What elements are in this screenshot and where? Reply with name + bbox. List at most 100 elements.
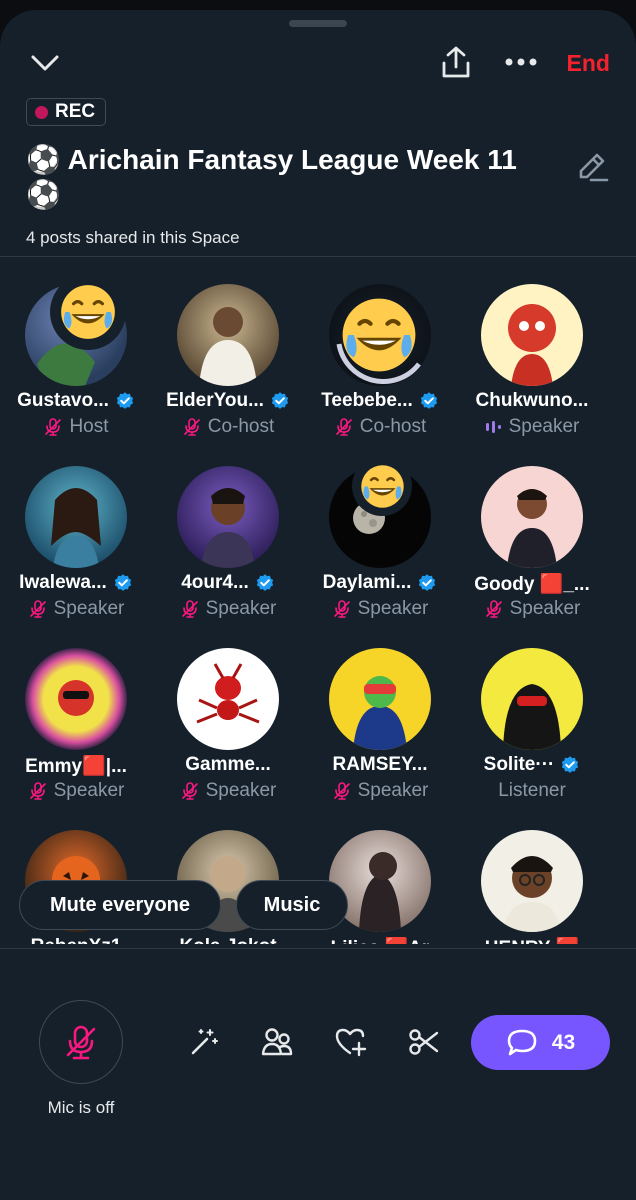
participant-name: Solite··· [456, 754, 608, 776]
avatar[interactable] [177, 284, 279, 386]
heart-plus-icon[interactable] [331, 1022, 371, 1062]
comments-button[interactable]: 43 [471, 1015, 610, 1070]
participant-tile[interactable]: Gamme... Speaker [152, 638, 304, 820]
participant-role-text: Host [69, 416, 109, 437]
mic-off-icon [335, 418, 352, 436]
avatar[interactable] [481, 466, 583, 568]
space-title: ⚽ Arichain Fantasy League Week 11 ⚽ [26, 144, 517, 210]
participant-name: Teebebe... [304, 390, 456, 412]
participant-tile[interactable]: Teebebe... Co-host [304, 274, 456, 456]
mic-off-icon [29, 782, 46, 800]
participant-tile[interactable]: HENRY 🟥 [456, 820, 608, 944]
participant-tile[interactable]: Iwalewa... Speaker [0, 456, 152, 638]
participant-name-text: RAMSEY... [332, 754, 428, 775]
avatar[interactable] [177, 466, 279, 568]
footer-divider [0, 948, 636, 949]
participant-tile[interactable]: ElderYou... Co-host [152, 274, 304, 456]
participant-role: Speaker [456, 598, 608, 620]
more-icon[interactable] [502, 50, 540, 74]
participant-name-text: Lilies 🟥Ar [331, 936, 430, 944]
participant-name: Chukwuno... [456, 390, 608, 412]
participant-role-text: Speaker [509, 598, 581, 619]
participant-tile[interactable]: Daylami... Speaker [304, 456, 456, 638]
scissors-icon[interactable] [404, 1022, 444, 1062]
verified-badge-icon [114, 574, 131, 591]
drag-handle[interactable] [289, 20, 347, 27]
avatar[interactable] [481, 284, 583, 386]
participant-tile[interactable]: RAMSEY... Speaker [304, 638, 456, 820]
sparkle-icon[interactable] [184, 1022, 224, 1062]
laughing-emoji-icon [61, 285, 115, 339]
participant-role: Speaker [0, 780, 152, 802]
participant-tile[interactable]: Solite··· Listener [456, 638, 608, 820]
participant-tile[interactable]: Goody 🟥_... Speaker [456, 456, 608, 638]
participant-role: Speaker [304, 780, 456, 802]
participant-role-text: Speaker [357, 598, 429, 619]
participant-name-text: Teebebe... [321, 390, 413, 411]
share-icon[interactable] [438, 44, 474, 80]
participant-tile[interactable]: Gustavo... Host [0, 274, 152, 456]
rec-dot-icon [35, 105, 48, 119]
participant-tile[interactable]: Chukwuno... Speaker [456, 274, 608, 456]
participant-name-text: Goody 🟥_... [474, 574, 590, 595]
participant-name-text: Gamme... [185, 754, 271, 775]
avatar[interactable] [481, 830, 583, 932]
verified-badge-icon [271, 392, 289, 409]
speaking-icon [485, 421, 501, 433]
participant-role-text: Speaker [357, 780, 429, 801]
laughing-emoji-icon [342, 298, 416, 372]
participant-name-text: Daylami... [322, 572, 412, 593]
avatar[interactable] [329, 648, 431, 750]
participant-role: Co-host [304, 416, 456, 438]
participant-name-text: HENRY 🟥 [485, 936, 579, 944]
participants-grid: Gustavo... Host ElderYou... Co-host Teebebe.… [0, 274, 636, 944]
participant-name: ElderYou... [152, 390, 304, 412]
participant-role: Host [0, 416, 152, 438]
participant-tile[interactable]: 4our4... Speaker [152, 456, 304, 638]
avatar[interactable] [481, 648, 583, 750]
avatar[interactable] [25, 648, 127, 750]
participant-role-text: Co-host [359, 416, 427, 437]
participant-role: Speaker [152, 598, 304, 620]
end-button[interactable]: End [567, 50, 610, 77]
avatar[interactable] [177, 648, 279, 750]
posts-shared-text: 4 posts shared in this Space [26, 228, 240, 247]
mic-off-icon [183, 418, 200, 436]
participant-role: Speaker [0, 598, 152, 620]
verified-badge-icon [116, 392, 134, 409]
laughing-emoji-icon [360, 464, 404, 508]
participant-name: Gustavo... [0, 390, 152, 412]
music-button[interactable]: Music [236, 880, 348, 930]
participant-name-text: Solite··· [483, 754, 555, 775]
participant-role-text: Speaker [53, 598, 125, 619]
mute-everyone-button[interactable]: Mute everyone [19, 880, 221, 930]
avatar[interactable] [25, 466, 127, 568]
mic-off-icon [333, 782, 350, 800]
participant-name: Emmy🟥|... [0, 754, 152, 778]
header-divider [0, 256, 636, 257]
mic-off-icon [333, 600, 350, 618]
verified-badge-icon [562, 756, 579, 773]
rec-badge: REC [26, 98, 107, 126]
participant-role-text: Speaker [205, 780, 277, 801]
participant-role-text: Speaker [205, 598, 277, 619]
participant-name-text: Chukwuno... [475, 390, 589, 411]
edit-icon[interactable] [572, 146, 612, 186]
participant-role-text: Speaker [53, 780, 125, 801]
participant-name: 4our4... [152, 572, 304, 594]
mic-status-label: Mic is off [47, 1098, 115, 1117]
mic-off-icon [29, 600, 46, 618]
participant-name: Lilies 🟥Ar [304, 936, 456, 944]
verified-badge-icon [256, 574, 273, 591]
participant-role-text: Speaker [508, 416, 580, 437]
space-sheet: End REC ⚽ Arichain Fantasy League Week 1… [0, 10, 636, 1200]
participant-name-text: Iwalewa... [19, 572, 107, 593]
mic-off-icon [45, 418, 62, 436]
mic-button[interactable] [39, 1000, 123, 1084]
people-icon[interactable] [257, 1022, 297, 1062]
participant-name: HENRY 🟥 [456, 936, 608, 944]
participant-role-text: Listener [498, 780, 566, 801]
participant-name-text: RebenXz1 [31, 936, 122, 944]
chevron-down-icon[interactable] [28, 48, 62, 78]
participant-tile[interactable]: Emmy🟥|... Speaker [0, 638, 152, 820]
